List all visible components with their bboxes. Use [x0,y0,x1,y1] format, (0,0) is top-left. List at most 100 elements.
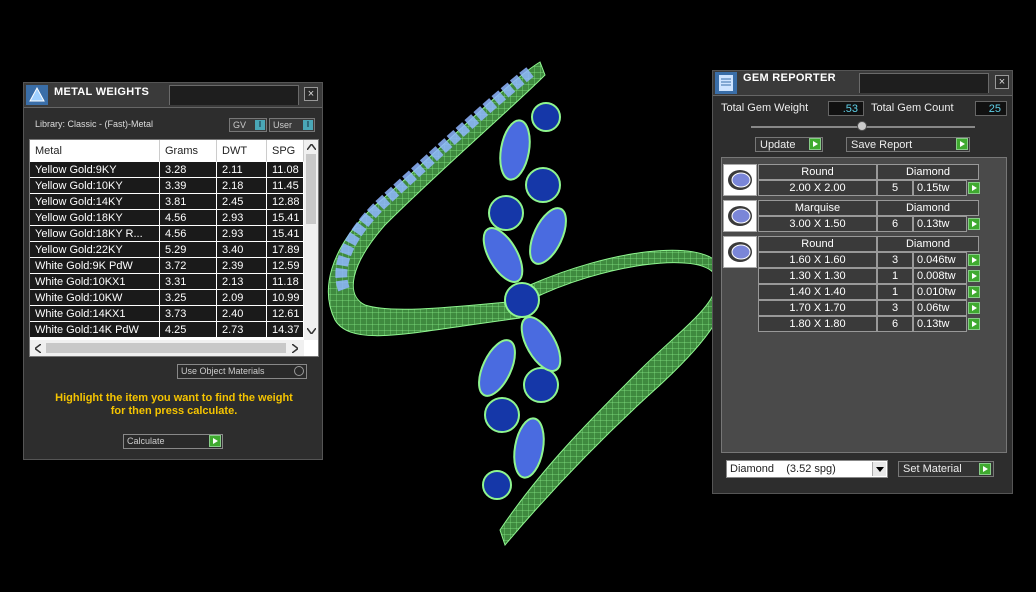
table-cell: 14.37 [267,322,304,338]
save-report-button[interactable]: Save Report [846,137,970,152]
table-row[interactable]: White Gold:9K PdW 3.72 2.39 12.59 [30,258,304,274]
select-gems-play-icon[interactable] [968,302,980,314]
vscroll-thumb[interactable] [306,154,316,224]
gv-toggle-label: GV [233,120,247,130]
update-label: Update [760,139,796,151]
gem-thumbnail[interactable] [723,200,757,232]
gem-weight: 0.010tw [913,284,967,300]
table-cell: 11.08 [267,162,304,178]
user-toggle[interactable]: User I [269,118,315,132]
table-row[interactable]: Yellow Gold:9KY 3.28 2.11 11.08 [30,162,304,178]
gem-shape-label: Marquise [758,200,877,216]
scroll-right-icon[interactable] [292,344,298,353]
table-cell: Yellow Gold:18KY [30,210,160,226]
table-cell: 4.56 [160,226,217,242]
update-play-icon[interactable] [809,138,821,150]
table-row[interactable]: Yellow Gold:22KY 5.29 3.40 17.89 [30,242,304,258]
material-select[interactable]: Diamond (3.52 spg) [726,460,888,478]
table-cell: 4.25 [160,322,217,338]
table-row[interactable]: Yellow Gold:18KY 4.56 2.93 15.41 [30,210,304,226]
metal-table: Metal Grams DWT SPG Yellow Gold:9KY 3.28 2… [29,139,319,357]
table-cell: 2.93 [217,226,267,242]
table-cell: 4.56 [160,210,217,226]
close-icon[interactable]: × [995,75,1009,89]
gem-shape-icon [728,242,752,262]
gem-reporter-titlebar[interactable]: GEM REPORTER × [713,71,1012,96]
calculate-play-icon[interactable] [209,435,221,447]
save-report-play-icon[interactable] [956,138,968,150]
metal-weights-panel: METAL WEIGHTS × Library: Classic - (Fast… [23,82,323,460]
use-object-materials-checkbox[interactable]: Use Object Materials [177,364,307,379]
table-row[interactable]: White Gold:14KX1 3.73 2.40 12.61 [30,306,304,322]
calculate-label: Calculate [127,436,165,446]
set-material-play-icon[interactable] [979,463,991,475]
table-cell: Yellow Gold:14KY [30,194,160,210]
table-cell: 11.45 [267,178,304,194]
table-row[interactable]: Yellow Gold:10KY 3.39 2.18 11.45 [30,178,304,194]
select-gems-play-icon[interactable] [968,270,980,282]
gem-shape-label: Round [758,164,877,180]
gv-toggle[interactable]: GV I [229,118,267,132]
column-header-dwt[interactable]: DWT [217,140,267,162]
table-row[interactable]: White Gold:10KX1 3.31 2.13 11.18 [30,274,304,290]
table-row[interactable]: White Gold:14K PdW 4.25 2.73 14.37 [30,322,304,338]
table-cell: 2.45 [217,194,267,210]
gem-count: 3 [877,300,913,316]
table-cell: Yellow Gold:18KY R... [30,226,160,242]
select-gems-play-icon[interactable] [968,182,980,194]
table-cell: 5.29 [160,242,217,258]
gem-thumbnail[interactable] [723,236,757,268]
table-cell: White Gold:10KX1 [30,274,160,290]
close-icon[interactable]: × [304,87,318,101]
metal-weights-app-icon [26,85,48,105]
gem-reporter-title: GEM REPORTER [743,72,836,84]
table-row[interactable]: White Gold:10KW 3.25 2.09 10.99 [30,290,304,306]
total-gem-count-value: 25 [975,101,1007,116]
table-cell: 2.40 [217,306,267,322]
scroll-left-icon[interactable] [35,344,41,353]
metal-table-hscrollbar[interactable] [30,340,304,356]
hscroll-thumb[interactable] [46,343,286,353]
table-cell: 17.89 [267,242,304,258]
gem-material-label: Diamond [877,236,979,252]
table-cell: 3.72 [160,258,217,274]
table-cell: White Gold:9K PdW [30,258,160,274]
select-gems-play-icon[interactable] [968,254,980,266]
table-cell: 3.81 [160,194,217,210]
column-header-spg[interactable]: SPG [267,140,304,162]
chevron-down-icon[interactable] [872,462,886,476]
hint-text: Highlight the item you want to find the … [34,392,314,418]
table-row[interactable]: Yellow Gold:14KY 3.81 2.45 12.88 [30,194,304,210]
scroll-up-icon[interactable] [307,144,316,150]
table-cell: 3.73 [160,306,217,322]
gem-weight: 0.15tw [913,180,967,196]
gem-list: Round Diamond 2.00 X 2.00 5 0.15tw Marquise Di… [721,157,1007,453]
column-header-grams[interactable]: Grams [160,140,217,162]
gem-weight: 0.06tw [913,300,967,316]
table-cell: Yellow Gold:9KY [30,162,160,178]
slider-handle[interactable] [857,121,867,131]
metal-weights-titlebar[interactable]: METAL WEIGHTS × [24,83,322,108]
table-cell: 3.31 [160,274,217,290]
select-gems-play-icon[interactable] [968,318,980,330]
gem-size: 1.30 X 1.30 [758,268,877,284]
metal-table-vscrollbar[interactable] [304,140,318,340]
gem-reporter-panel: GEM REPORTER × Total Gem Weight .53 Tota… [712,70,1013,494]
scroll-down-icon[interactable] [307,328,316,334]
select-gems-play-icon[interactable] [968,218,980,230]
table-cell: 2.39 [217,258,267,274]
table-cell: 15.41 [267,226,304,242]
table-row[interactable]: Yellow Gold:18KY R... 4.56 2.93 15.41 [30,226,304,242]
total-gem-weight-value: .53 [828,101,864,116]
gem-weight: 0.13tw [913,316,967,332]
select-gems-play-icon[interactable] [968,286,980,298]
table-cell: Yellow Gold:22KY [30,242,160,258]
table-cell: 12.88 [267,194,304,210]
gem-thumbnail[interactable] [723,164,757,196]
column-header-metal[interactable]: Metal [30,140,160,162]
gem-reporter-app-icon [715,72,737,94]
calculate-button[interactable]: Calculate [123,434,223,449]
total-gem-count-label: Total Gem Count [871,102,954,114]
gem-count: 6 [877,216,913,232]
gem-weight: 0.13tw [913,216,967,232]
